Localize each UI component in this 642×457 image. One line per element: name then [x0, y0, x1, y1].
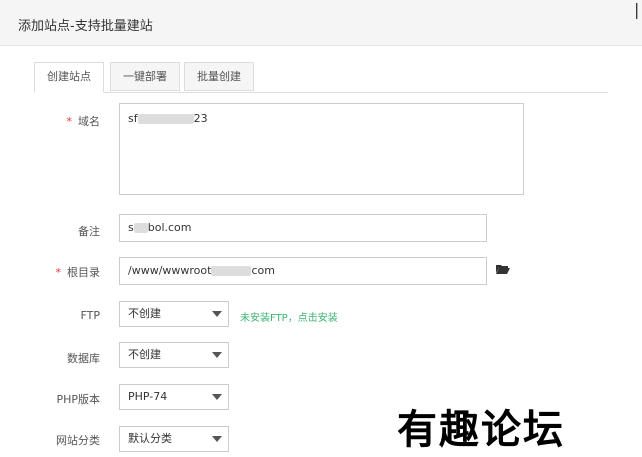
- dialog-title: 添加站点-支持批量建站: [18, 19, 153, 34]
- required-mark: *: [55, 266, 62, 279]
- site-category-label: 网站分类: [56, 434, 100, 447]
- install-ftp-link[interactable]: 未安装FTP，点击安装: [240, 309, 338, 324]
- tab-bar: 创建站点 一键部署 批量创建: [34, 62, 608, 93]
- watermark: 有趣论坛: [397, 406, 565, 453]
- chevron-down-icon: [212, 394, 222, 400]
- ftp-selected-value: 不创建: [128, 307, 161, 320]
- domain-value-suffix: 23: [193, 112, 208, 125]
- remark-value-suffix: bol.com: [147, 221, 192, 234]
- database-selected-value: 不创建: [128, 348, 161, 361]
- php-version-select[interactable]: PHP-74: [119, 384, 229, 410]
- php-selected-value: PHP-74: [128, 390, 168, 403]
- chevron-down-icon: [212, 311, 222, 317]
- database-label: 数据库: [67, 352, 100, 365]
- php-version-label: PHP版本: [56, 393, 100, 406]
- root-dir-input[interactable]: /www/wwwroot com: [119, 257, 487, 285]
- chevron-down-icon: [212, 436, 222, 442]
- domain-textarea[interactable]: sf 23: [119, 103, 524, 195]
- ftp-label: FTP: [80, 309, 101, 322]
- root-value-prefix: /www/wwwroot: [128, 264, 212, 277]
- domain-label: * 域名: [66, 115, 101, 128]
- root-label: * 根目录: [55, 266, 101, 279]
- remark-label: 备注: [78, 225, 100, 238]
- tab-create-site[interactable]: 创建站点: [34, 62, 104, 93]
- required-mark: *: [66, 115, 73, 128]
- remark-value-prefix: s: [128, 221, 134, 234]
- remark-input[interactable]: s bol.com: [119, 214, 487, 242]
- database-select[interactable]: 不创建: [119, 342, 229, 368]
- tab-one-click-deploy[interactable]: 一键部署: [110, 62, 180, 91]
- tab-batch-create[interactable]: 批量创建: [184, 62, 254, 91]
- category-selected-value: 默认分类: [128, 432, 172, 445]
- chevron-down-icon: [212, 352, 222, 358]
- close-icon[interactable]: ❘: [630, 0, 642, 19]
- domain-value-prefix: sf: [128, 112, 138, 125]
- folder-open-icon[interactable]: [496, 264, 510, 274]
- root-value-suffix: com: [251, 264, 275, 277]
- dialog-titlebar: 添加站点-支持批量建站 ❘: [0, 0, 642, 46]
- site-category-select[interactable]: 默认分类: [119, 426, 229, 452]
- ftp-select[interactable]: 不创建: [119, 301, 229, 327]
